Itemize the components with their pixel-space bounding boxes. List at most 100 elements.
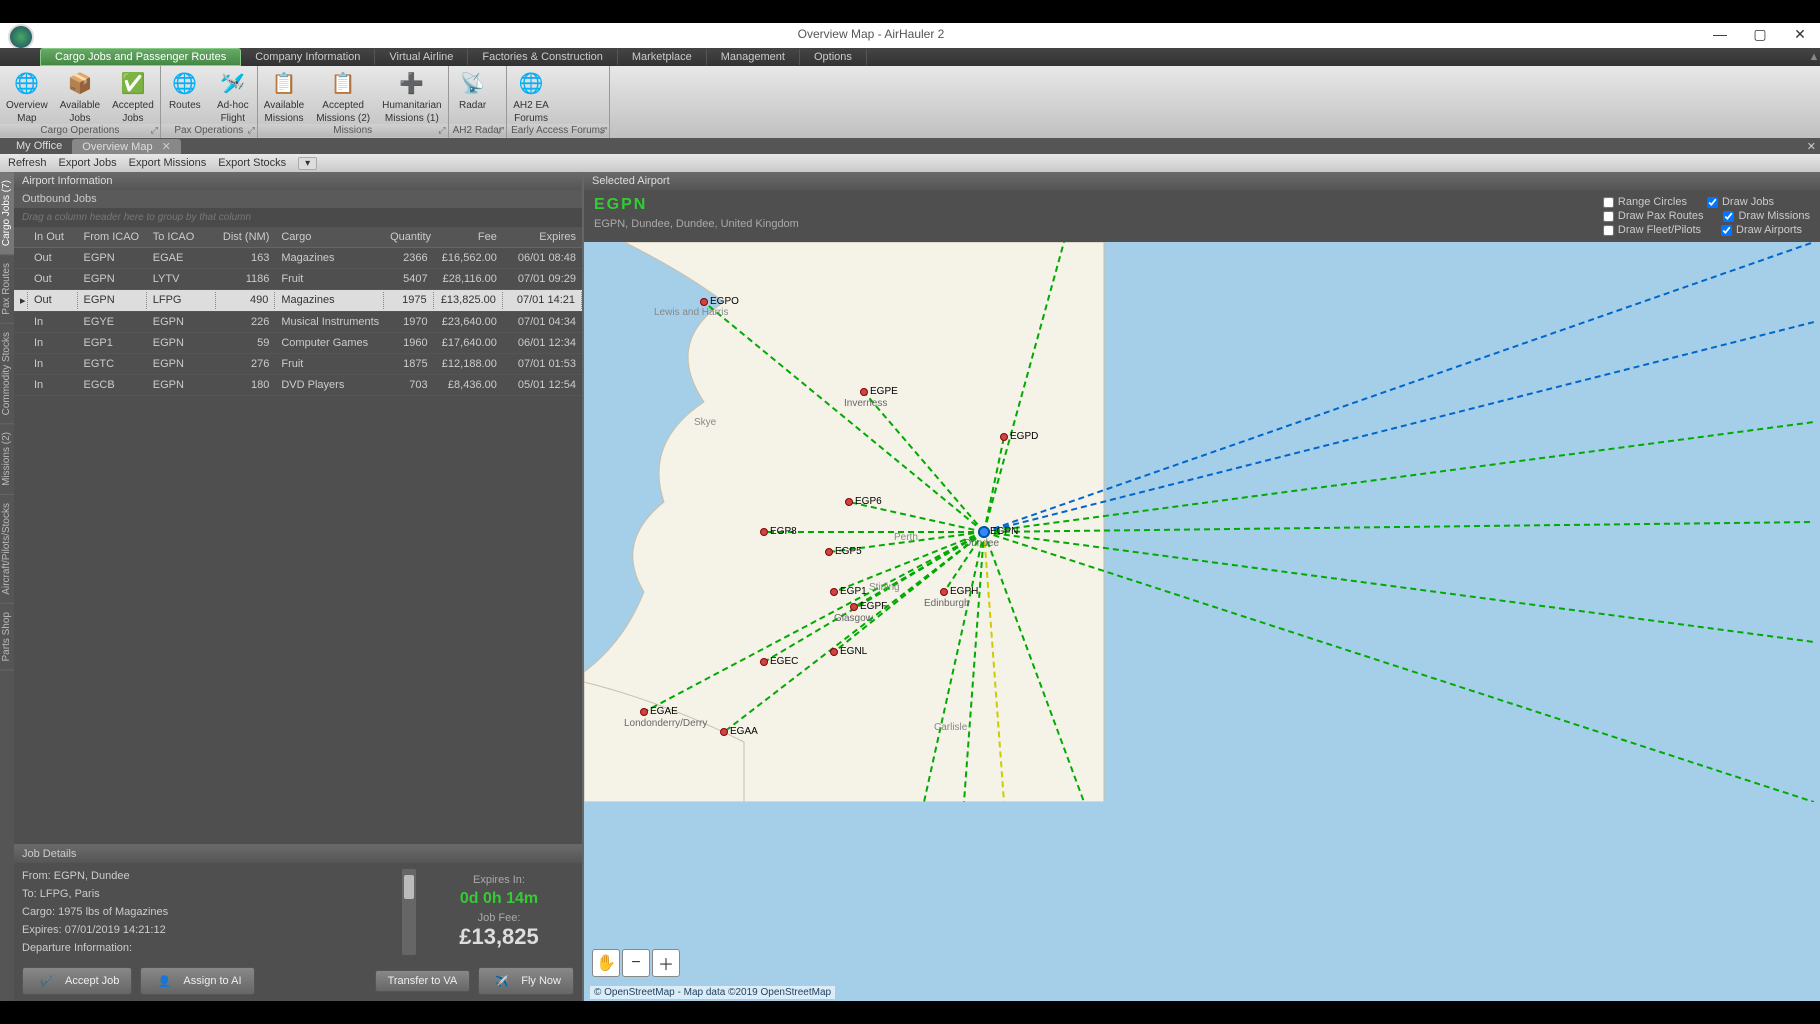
tool-export-missions[interactable]: Export Missions [129, 157, 207, 169]
details-scrollbar[interactable] [402, 869, 416, 955]
accept-job-button[interactable]: ✔️ Accept Job [22, 967, 132, 995]
ad-hoc-icon: 🛩️ [219, 70, 247, 98]
col-qty[interactable]: Quantity [384, 229, 434, 245]
table-row[interactable]: ▸ Out EGPN LFPG 490 Magazines 1975 £13,8… [14, 290, 582, 312]
opt-draw-missions[interactable]: Draw Missions [1723, 210, 1810, 222]
sidetab-commodity-stocks[interactable]: Commodity Stocks [0, 324, 14, 424]
airport-marker[interactable] [720, 728, 728, 736]
group-by-hint[interactable]: Drag a column header here to group by th… [14, 208, 582, 227]
tool-export-jobs[interactable]: Export Jobs [59, 157, 117, 169]
ribbon-humanitarian[interactable]: ➕HumanitarianMissions (1) [376, 66, 447, 124]
sidetab-parts-shop[interactable]: Parts Shop [0, 604, 14, 670]
check-icon: ✔️ [35, 972, 57, 990]
ribbon-overview[interactable]: 🌐OverviewMap [0, 66, 54, 124]
available-icon: 📋 [270, 70, 298, 98]
job-fee-label: Job Fee: [424, 912, 574, 924]
opt-draw-airports[interactable]: Draw Airports [1721, 224, 1802, 236]
opt-draw-pax[interactable]: Draw Pax Routes [1603, 210, 1704, 222]
ribbon-radar[interactable]: 📡Radar [449, 66, 497, 124]
airport-marker[interactable] [830, 648, 838, 656]
tool-export-stocks[interactable]: Export Stocks [218, 157, 286, 169]
col-fee[interactable]: Fee [434, 229, 503, 245]
detail-departure: Departure Information: [22, 941, 394, 955]
ribbon-group-label: Early Access Forums⤢ [507, 124, 609, 137]
col-to[interactable]: To ICAO [147, 229, 216, 245]
menu-options[interactable]: Options [800, 49, 867, 65]
close-all-tabs-icon[interactable]: ✕ [1807, 140, 1816, 153]
airport-marker[interactable] [940, 588, 948, 596]
fly-now-button[interactable]: ✈️ Fly Now [478, 967, 574, 995]
zoom-controls: ✋ − ＋ [592, 949, 680, 977]
menu-cargo-jobs[interactable]: Cargo Jobs and Passenger Routes [40, 48, 241, 66]
airport-marker[interactable] [760, 658, 768, 666]
ribbon-routes[interactable]: 🌐Routes [161, 66, 209, 124]
opt-range-circles[interactable]: Range Circles [1603, 196, 1687, 208]
sidetab-cargo-jobs-7-[interactable]: Cargo Jobs (7) [0, 172, 14, 255]
table-row[interactable]: In EGTC EGPN 276 Fruit 1875 £12,188.00 0… [14, 354, 582, 375]
menu-marketplace[interactable]: Marketplace [618, 49, 707, 65]
ribbon-ad-hoc[interactable]: 🛩️Ad-hocFlight [209, 66, 257, 124]
table-row[interactable]: In EGP1 EGPN 59 Computer Games 1960 £17,… [14, 333, 582, 354]
menu-company-info[interactable]: Company Information [241, 49, 375, 65]
airport-marker[interactable] [978, 526, 990, 538]
tool-dropdown[interactable]: ▾ [298, 157, 317, 170]
airport-marker[interactable] [1000, 433, 1008, 441]
opt-draw-fleet[interactable]: Draw Fleet/Pilots [1603, 224, 1701, 236]
ribbon-available[interactable]: 📦AvailableJobs [54, 66, 106, 124]
left-panel: Airport Information Outbound Jobs Drag a… [14, 172, 584, 1001]
map-canvas[interactable]: ✋ − ＋ © OpenStreetMap - Map data ©2019 O… [584, 242, 1820, 1001]
pan-button[interactable]: ✋ [592, 949, 620, 977]
maximize-button[interactable]: ▢ [1740, 26, 1780, 43]
menu-collapse-icon[interactable]: ▲ [1808, 51, 1820, 63]
opt-draw-jobs[interactable]: Draw Jobs [1707, 196, 1774, 208]
table-row[interactable]: In EGCB EGPN 180 DVD Players 703 £8,436.… [14, 375, 582, 396]
expand-icon[interactable]: ⤢ [248, 125, 255, 136]
col-from[interactable]: From ICAO [77, 229, 146, 245]
right-panel: Selected Airport EGPN EGPN, Dundee, Dund… [584, 172, 1820, 1001]
airport-marker[interactable] [830, 588, 838, 596]
menu-management[interactable]: Management [707, 49, 800, 65]
minimize-button[interactable]: — [1700, 26, 1740, 42]
assign-ai-button[interactable]: 👤 Assign to AI [140, 967, 254, 995]
map-credit: © OpenStreetMap - Map data ©2019 OpenStr… [590, 986, 835, 999]
ribbon-accepted[interactable]: ✅AcceptedJobs [106, 66, 160, 124]
tool-refresh[interactable]: Refresh [8, 157, 47, 169]
sidetab-missions-2-[interactable]: Missions (2) [0, 424, 14, 495]
ribbon-accepted[interactable]: 📋AcceptedMissions (2) [310, 66, 376, 124]
zoom-out-button[interactable]: − [622, 949, 650, 977]
ribbon-available[interactable]: 📋AvailableMissions [258, 66, 310, 124]
col-cargo[interactable]: Cargo [275, 229, 384, 245]
airport-marker[interactable] [860, 388, 868, 396]
table-row[interactable]: Out EGPN EGAE 163 Magazines 2366 £16,562… [14, 248, 582, 269]
expand-icon[interactable]: ⤢ [151, 125, 158, 136]
airport-marker[interactable] [700, 298, 708, 306]
transfer-va-button[interactable]: Transfer to VA [375, 970, 471, 992]
expand-icon[interactable]: ⤢ [600, 125, 607, 136]
col-exp[interactable]: Expires [503, 229, 582, 245]
ribbon-ah2-ea[interactable]: 🌐AH2 EAForums [507, 66, 555, 124]
expand-icon[interactable]: ⤢ [438, 125, 445, 136]
airport-marker[interactable] [825, 548, 833, 556]
airport-marker[interactable] [760, 528, 768, 536]
airport-label: EGAE [650, 706, 678, 717]
col-dist[interactable]: Dist (NM) [216, 229, 275, 245]
menu-virtual-airline[interactable]: Virtual Airline [375, 49, 468, 65]
menu-factories[interactable]: Factories & Construction [468, 49, 617, 65]
sidetab-aircraft-pilots-stocks[interactable]: Aircraft/Pilots/Stocks [0, 495, 14, 604]
close-button[interactable]: ✕ [1780, 26, 1820, 43]
airport-marker[interactable] [850, 603, 858, 611]
airport-marker[interactable] [845, 498, 853, 506]
table-row[interactable]: In EGYE EGPN 226 Musical Instruments 197… [14, 312, 582, 333]
tab-close-icon[interactable]: ✕ [162, 141, 171, 153]
sidetab-pax-routes[interactable]: Pax Routes [0, 255, 14, 324]
city-label: Skye [694, 417, 716, 428]
airport-marker[interactable] [640, 708, 648, 716]
airport-label: EGNL [840, 646, 867, 657]
zoom-in-button[interactable]: ＋ [652, 949, 680, 977]
table-row[interactable]: Out EGPN LYTV 1186 Fruit 5407 £28,116.00… [14, 269, 582, 290]
ah2 ea-icon: 🌐 [517, 70, 545, 98]
expand-icon[interactable]: ⤢ [497, 125, 504, 136]
tab-overview-map[interactable]: Overview Map ✕ [72, 139, 181, 154]
tab-my-office[interactable]: My Office [6, 139, 72, 153]
col-inout[interactable]: In Out [28, 229, 78, 245]
